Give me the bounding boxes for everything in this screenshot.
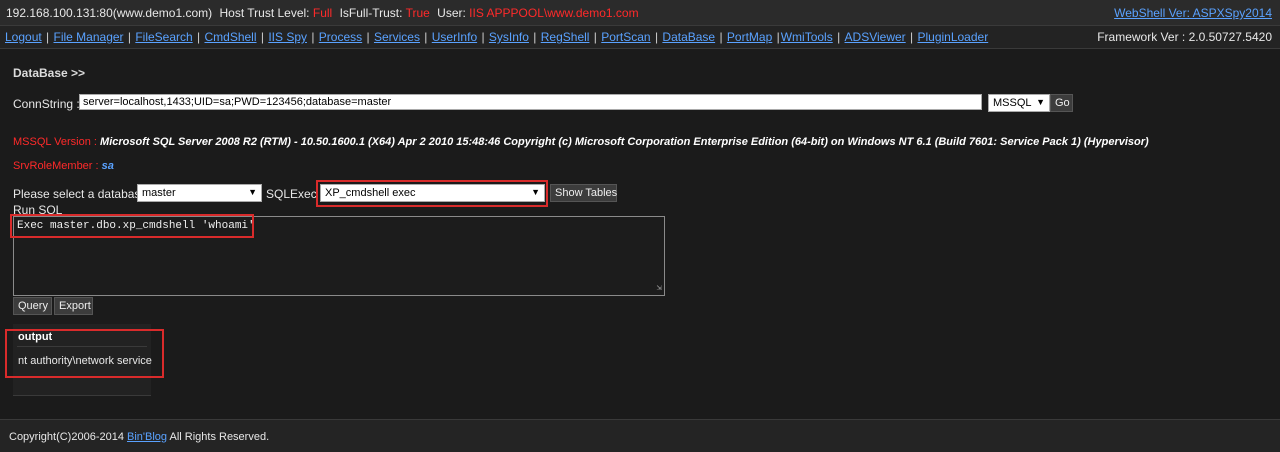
nav-logout[interactable]: Logout xyxy=(5,30,42,44)
divider xyxy=(13,395,151,396)
nav-cmdshell[interactable]: CmdShell xyxy=(204,30,256,44)
database-select[interactable]: master ▼ xyxy=(137,184,262,202)
sql-query-textarea[interactable]: Exec master.dbo.xp_cmdshell 'whoami' ⇲ xyxy=(13,216,665,296)
divider xyxy=(17,346,147,347)
export-button[interactable]: Export xyxy=(54,297,93,315)
isfull-trust-label: IsFull-Trust: xyxy=(339,6,403,20)
provider-select-value: MSSQL xyxy=(993,97,1032,109)
page-title: DataBase >> xyxy=(13,66,86,80)
main-nav: Logout | File Manager | FileSearch | Cmd… xyxy=(0,26,1280,49)
user-value: IIS APPPOOL\www.demo1.com xyxy=(469,6,639,20)
nav-process[interactable]: Process xyxy=(319,30,362,44)
framework-version: Framework Ver : 2.0.50727.5420 xyxy=(1097,30,1272,44)
nav-iis-spy[interactable]: IIS Spy xyxy=(268,30,307,44)
trust-level-value: Full xyxy=(312,6,333,20)
nav-links: Logout | File Manager | FileSearch | Cmd… xyxy=(5,30,989,44)
sql-query-text: Exec master.dbo.xp_cmdshell 'whoami' xyxy=(17,220,255,232)
database-select-value: master xyxy=(142,187,176,199)
blog-link[interactable]: Bin'Blog xyxy=(127,431,167,443)
host-address: 192.168.100.131:80(www.demo1.com) xyxy=(6,6,213,20)
nav-database[interactable]: DataBase xyxy=(662,30,715,44)
nav-wmitools[interactable]: WmiTools xyxy=(781,30,833,44)
nav-file-manager[interactable]: File Manager xyxy=(54,30,124,44)
select-database-label: Please select a database : xyxy=(13,187,154,201)
connstring-label: ConnString : xyxy=(13,97,80,111)
nav-adsviewer[interactable]: ADSViewer xyxy=(845,30,906,44)
webshell-version-link[interactable]: WebShell Ver: ASPXSpy2014 xyxy=(1114,6,1272,20)
nav-portmap[interactable]: PortMap xyxy=(727,30,772,44)
nav-sysinfo[interactable]: SysInfo xyxy=(489,30,529,44)
chevron-down-icon: ▼ xyxy=(1036,97,1045,107)
chevron-down-icon: ▼ xyxy=(248,187,257,197)
footer: Copyright(C)2006-2014 Bin'Blog All Right… xyxy=(0,419,1280,452)
srvrole-value: sa xyxy=(101,160,114,172)
copyright-prefix: Copyright(C)2006-2014 xyxy=(9,431,124,443)
host-info: 192.168.100.131:80(www.demo1.com) Host T… xyxy=(6,6,639,20)
mssql-version-line: MSSQL Version : Microsoft SQL Server 200… xyxy=(13,136,1149,148)
provider-select[interactable]: MSSQL ▼ xyxy=(988,94,1050,112)
mssql-version-value: Microsoft SQL Server 2008 R2 (RTM) - 10.… xyxy=(100,136,1149,148)
output-table: output nt authority\network service xyxy=(13,324,152,396)
nav-pluginloader[interactable]: PluginLoader xyxy=(917,30,988,44)
nav-filesearch[interactable]: FileSearch xyxy=(135,30,192,44)
show-tables-button[interactable]: Show Tables xyxy=(550,184,617,202)
nav-services[interactable]: Services xyxy=(374,30,420,44)
connstring-input[interactable] xyxy=(79,94,982,110)
query-button[interactable]: Query xyxy=(13,297,52,315)
isfull-trust-value: True xyxy=(405,6,430,20)
sqlexec-select-value: XP_cmdshell exec xyxy=(325,187,416,199)
srvrole-line: SrvRoleMember : sa xyxy=(13,160,114,172)
sqlexec-label: SQLExec : xyxy=(266,187,324,201)
conn-row: ConnString : MSSQL ▼ Go xyxy=(13,94,1083,112)
go-button[interactable]: Go xyxy=(1050,94,1073,112)
output-value: nt authority\network service xyxy=(18,355,152,367)
trust-level-label: Host Trust Level: xyxy=(219,6,310,20)
copyright-line: Copyright(C)2006-2014 Bin'Blog All Right… xyxy=(9,431,269,443)
srvrole-label: SrvRoleMember : xyxy=(13,160,99,172)
copyright-suffix: All Rights Reserved. xyxy=(169,431,270,443)
run-sql-label: Run SQL xyxy=(13,203,63,217)
chevron-down-icon: ▼ xyxy=(531,187,540,197)
nav-portscan[interactable]: PortScan xyxy=(601,30,650,44)
top-info-bar: 192.168.100.131:80(www.demo1.com) Host T… xyxy=(0,0,1280,26)
sqlexec-select[interactable]: XP_cmdshell exec ▼ xyxy=(320,184,545,202)
resize-handle-icon[interactable]: ⇲ xyxy=(657,283,662,293)
mssql-version-label: MSSQL Version : xyxy=(13,136,97,148)
nav-regshell[interactable]: RegShell xyxy=(541,30,590,44)
user-label: User: xyxy=(437,6,466,20)
output-header: output xyxy=(18,331,53,343)
nav-userinfo[interactable]: UserInfo xyxy=(432,30,477,44)
